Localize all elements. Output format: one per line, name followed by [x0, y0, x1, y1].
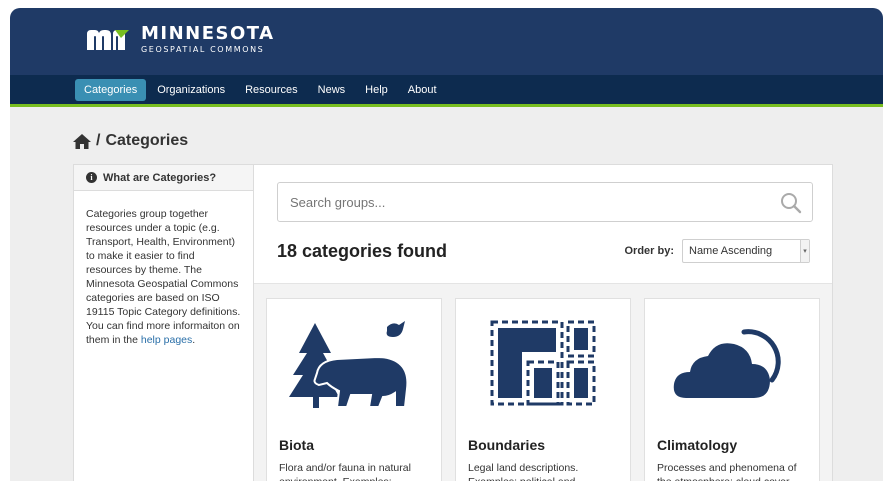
- chevron-down-icon: ▾: [800, 240, 809, 262]
- category-grid: Biota Flora and/or fauna in natural envi…: [254, 283, 832, 481]
- cloud-sun-icon: [673, 329, 781, 398]
- site-logo[interactable]: MINNESOTA GEOSPATIAL COMMONS: [85, 24, 275, 56]
- browser-frame: MINNESOTA GEOSPATIAL COMMONS Categories …: [10, 8, 883, 481]
- help-pages-link[interactable]: help pages: [141, 334, 192, 346]
- card-image: [456, 299, 630, 427]
- info-icon: i: [86, 172, 97, 183]
- sidebar: i What are Categories? Categories group …: [74, 165, 254, 481]
- category-card-boundaries[interactable]: Boundaries Legal land descriptions. Exam…: [455, 298, 631, 481]
- sidebar-heading: i What are Categories?: [74, 165, 253, 191]
- nav-organizations[interactable]: Organizations: [148, 79, 234, 101]
- card-title: Biota: [279, 437, 314, 453]
- breadcrumb-separator: /: [96, 132, 101, 149]
- breadcrumb-current: Categories: [105, 132, 189, 149]
- card-image: [645, 299, 819, 427]
- sidebar-paragraph-end: .: [192, 334, 196, 346]
- nav-news[interactable]: News: [309, 79, 355, 101]
- card-image: [267, 299, 441, 427]
- search-icon[interactable]: [780, 192, 802, 214]
- category-card-climatology[interactable]: Climatology Processes and phenomena of t…: [644, 298, 820, 481]
- category-card-biota[interactable]: Biota Flora and/or fauna in natural envi…: [266, 298, 442, 481]
- sidebar-paragraph: Categories group together resources unde…: [86, 208, 241, 346]
- bear-tree-bird-icon: [289, 321, 409, 408]
- main-content: 18 categories found Order by: Name Ascen…: [254, 165, 832, 481]
- card-title: Boundaries: [468, 437, 546, 453]
- card-description: Legal land descriptions. Examples: polit…: [468, 462, 579, 481]
- results-count: 18 categories found: [277, 241, 448, 261]
- search-box: [277, 182, 813, 222]
- sidebar-heading-text: What are Categories?: [103, 171, 217, 184]
- boundaries-icon: [490, 320, 596, 406]
- logo-title: MINNESOTA: [141, 23, 275, 44]
- sidebar-description: Categories group together resources unde…: [74, 191, 253, 363]
- order-selected-value: Name Ascending: [689, 245, 773, 257]
- site-header: MINNESOTA GEOSPATIAL COMMONS: [10, 8, 883, 75]
- mn-logo-icon: [87, 30, 129, 50]
- content-panel: i What are Categories? Categories group …: [73, 164, 833, 481]
- card-description: Processes and phenomena of the atmospher…: [657, 462, 797, 481]
- order-label: Order by:: [624, 245, 674, 257]
- breadcrumb: / Categories: [73, 132, 188, 150]
- card-description: Flora and/or fauna in natural environmen…: [279, 462, 411, 481]
- card-title: Climatology: [657, 437, 738, 453]
- logo-subtitle: GEOSPATIAL COMMONS: [141, 45, 265, 54]
- order-select[interactable]: Name Ascending ▾: [682, 239, 810, 263]
- home-icon[interactable]: [73, 133, 91, 149]
- main-nav: Categories Organizations Resources News …: [10, 75, 883, 107]
- nav-about[interactable]: About: [399, 79, 446, 101]
- order-control: Order by: Name Ascending ▾: [624, 239, 810, 263]
- nav-resources[interactable]: Resources: [236, 79, 307, 101]
- search-input[interactable]: [278, 183, 758, 221]
- nav-help[interactable]: Help: [356, 79, 397, 101]
- nav-categories[interactable]: Categories: [75, 78, 147, 101]
